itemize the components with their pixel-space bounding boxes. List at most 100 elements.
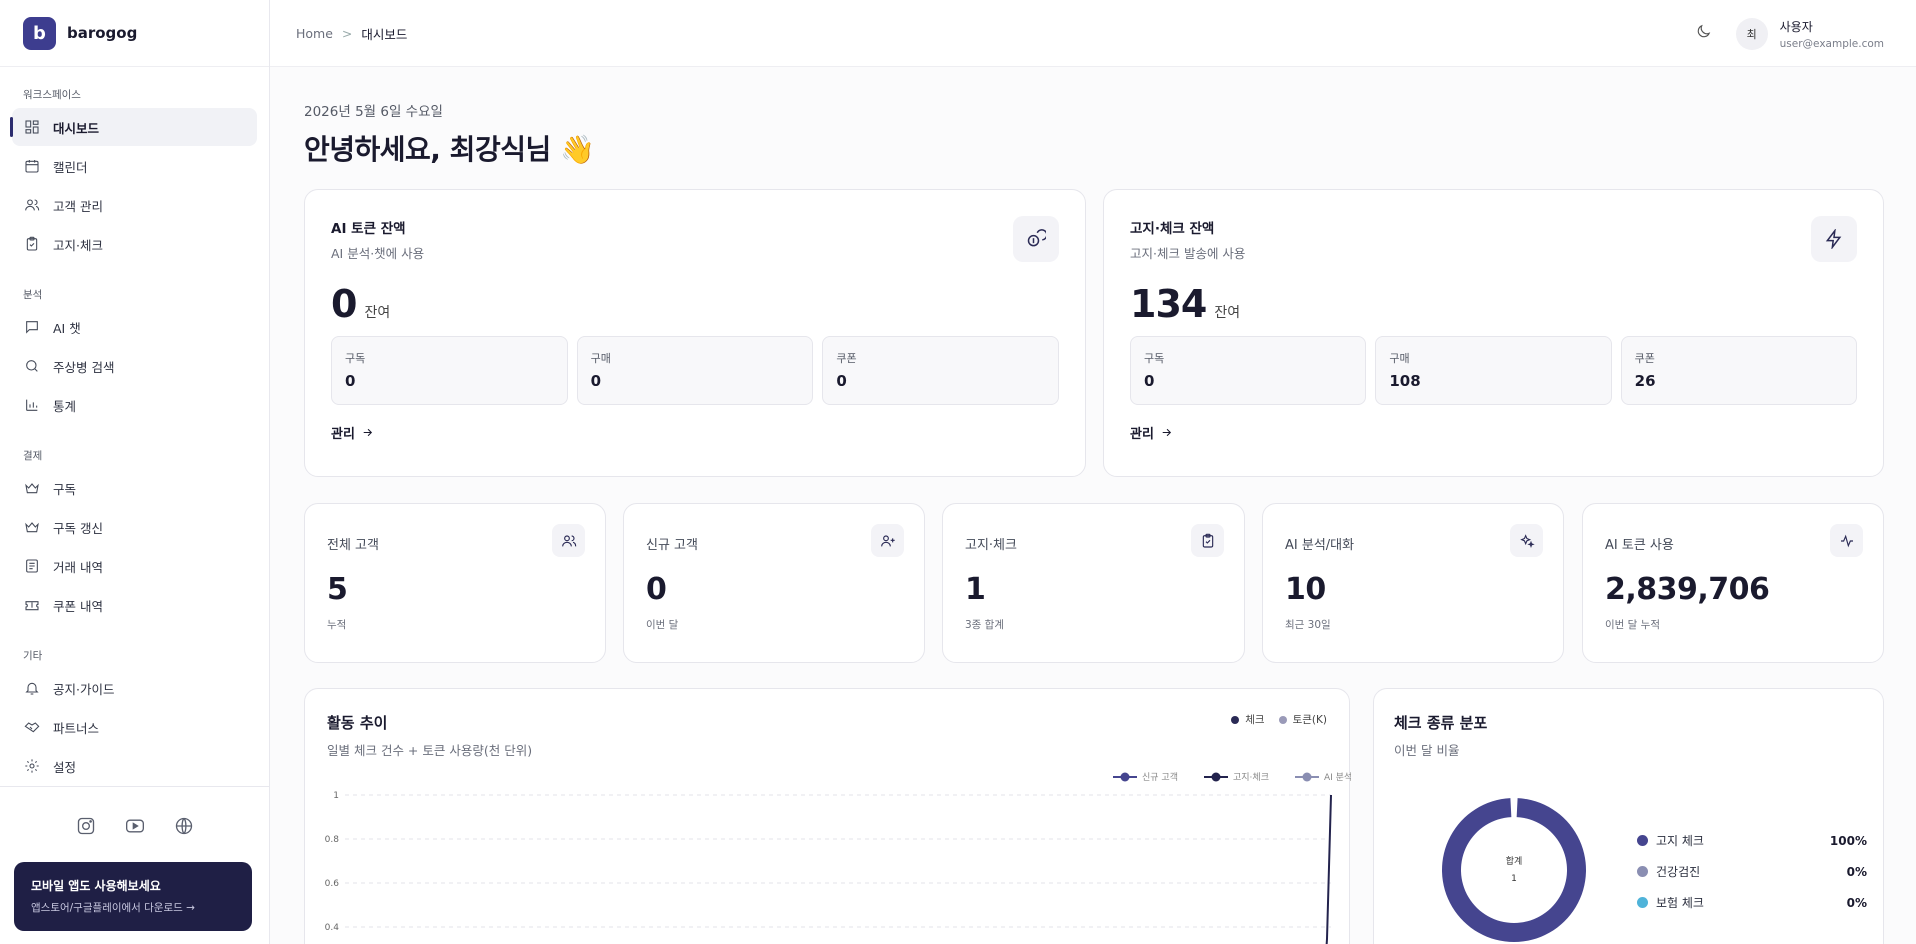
legend-dot bbox=[1637, 897, 1648, 908]
activity-icon bbox=[1830, 524, 1863, 557]
sidebar-item[interactable]: 고객 관리 bbox=[12, 186, 257, 224]
chart-legend-item[interactable]: 신규 고객 bbox=[1113, 772, 1178, 783]
handshake-icon bbox=[24, 722, 40, 733]
sidebar-item[interactable]: 구독 갱신 bbox=[12, 508, 257, 546]
breadcrumb-home[interactable]: Home bbox=[296, 26, 333, 41]
stat-note: 최근 30일 bbox=[1285, 619, 1331, 631]
chart-legend-item[interactable]: 고지·체크 bbox=[1204, 772, 1269, 783]
avatar[interactable]: 최 bbox=[1735, 17, 1768, 50]
sidebar-item-label: 주상병 검색 bbox=[53, 359, 115, 375]
y-tick-label: 0.6 bbox=[325, 879, 340, 889]
y-tick-label: 0.4 bbox=[325, 923, 340, 933]
y-tick-label: 0.8 bbox=[325, 835, 340, 845]
donut-legend-item[interactable]: 보험 체크 0% bbox=[1637, 887, 1867, 918]
sidebar-item-label: 구독 갱신 bbox=[53, 520, 103, 536]
users-icon bbox=[25, 199, 40, 211]
sidebar-item-label: 대시보드 bbox=[53, 120, 100, 136]
subscription-box: 구독 0 bbox=[1130, 336, 1367, 405]
legend-dot bbox=[1637, 866, 1648, 877]
breadcrumb: Home > 대시보드 bbox=[296, 24, 407, 43]
legend-item-token: 토큰(K) bbox=[1278, 712, 1327, 727]
sidebar-item[interactable]: 구독 bbox=[12, 469, 257, 507]
moon-icon[interactable] bbox=[1695, 23, 1712, 44]
mobile-app-banner[interactable]: 모바일 앱도 사용해보세요 앱스토어/구글플레이에서 다운로드 → bbox=[14, 862, 252, 931]
calendar-icon bbox=[25, 160, 39, 173]
sidebar-item[interactable]: 파트너스 bbox=[12, 708, 257, 746]
legend-label: 체크 bbox=[1245, 714, 1265, 726]
sidebar-item[interactable]: AI 챗 bbox=[12, 308, 257, 346]
receipt-icon bbox=[26, 559, 38, 573]
stat-card-new-customers[interactable]: 신규 고객 0 이번 달 bbox=[623, 503, 925, 663]
stat-note: 이번 달 누적 bbox=[1605, 619, 1660, 631]
sparkles-icon bbox=[1510, 524, 1543, 557]
box-value: 0 bbox=[590, 372, 602, 390]
sidebar-item[interactable]: 설정 bbox=[12, 747, 257, 785]
coins-icon bbox=[1013, 216, 1059, 262]
donut-slice[interactable] bbox=[1442, 798, 1586, 942]
topbar: Home > 대시보드 최 사용자 user@example.com bbox=[270, 0, 1916, 67]
sidebar-item-label: 쿠폰 내역 bbox=[53, 598, 103, 614]
current-date: 2026년 5월 6일 수요일 bbox=[304, 104, 443, 120]
sidebar-item[interactable]: 거래 내역 bbox=[12, 547, 257, 585]
instagram-icon[interactable] bbox=[76, 816, 96, 840]
sidebar-item-label: 캘린더 bbox=[53, 159, 88, 175]
sidebar-item[interactable]: 공지·가이드 bbox=[12, 669, 257, 707]
stat-card-checks[interactable]: 고지·체크 1 3종 합계 bbox=[942, 503, 1245, 663]
bar-chart-icon bbox=[26, 399, 38, 411]
manage-link[interactable]: 관리 bbox=[1130, 423, 1857, 442]
brand-name: barogog bbox=[67, 24, 138, 42]
donut-chart: 합계 1 bbox=[1442, 798, 1586, 942]
sidebar-item-label: 거래 내역 bbox=[53, 559, 103, 575]
nav-section-title: 워크스페이스 bbox=[23, 89, 81, 101]
sidebar-item[interactable]: 대시보드 bbox=[10, 108, 257, 146]
clipboard-check-icon bbox=[1191, 524, 1224, 557]
stat-label: AI 분석/대화 bbox=[1285, 538, 1355, 553]
section-title: 체크 종류 분포 bbox=[1394, 714, 1488, 732]
sidebar-item[interactable]: 통계 bbox=[12, 386, 257, 424]
stat-card-ai-analysis[interactable]: AI 분석/대화 10 최근 30일 bbox=[1262, 503, 1564, 663]
stat-card-total-customers[interactable]: 전체 고객 5 누적 bbox=[304, 503, 606, 663]
dashboard-icon bbox=[25, 120, 39, 134]
sidebar-item[interactable]: 주상병 검색 bbox=[12, 347, 257, 385]
card-subtitle: 고지·체크 발송에 사용 bbox=[1130, 246, 1246, 261]
sidebar-item[interactable]: 고지·체크 bbox=[12, 225, 257, 263]
sidebar-item[interactable]: 쿠폰 내역 bbox=[12, 586, 257, 624]
brand[interactable]: b barogog bbox=[0, 0, 269, 67]
chat-icon bbox=[26, 321, 38, 334]
purchase-box: 구매 108 bbox=[1375, 336, 1612, 405]
activity-line-chart: 신규 고객 고지·체크 AI 분석 1 0.8 0.6 0.4 bbox=[325, 772, 1351, 944]
donut-center-value: 1 bbox=[1511, 874, 1517, 884]
chart-legend-item[interactable]: AI 분석 bbox=[1295, 772, 1351, 783]
sidebar-item-label: AI 챗 bbox=[53, 320, 81, 336]
box-value: 0 bbox=[836, 372, 847, 390]
donut-legend-item[interactable]: 건강검진 0% bbox=[1637, 856, 1867, 887]
donut-center-label: 합계 bbox=[1506, 855, 1523, 867]
sidebar-item[interactable]: 캘린더 bbox=[12, 147, 257, 185]
subscription-box: 구독 0 bbox=[331, 336, 568, 405]
main-content: 2026년 5월 6일 수요일 안녕하세요, 최강식님 👋 bbox=[304, 100, 1884, 168]
legend-item-check: 체크 bbox=[1231, 712, 1265, 727]
legend-label: 고지·체크 bbox=[1233, 772, 1269, 783]
nav-gap bbox=[12, 425, 257, 448]
stat-label: 신규 고객 bbox=[646, 538, 698, 553]
sidebar-item-label: 고지·체크 bbox=[53, 237, 103, 253]
user-info[interactable]: 사용자 user@example.com bbox=[1780, 18, 1884, 50]
coupon-box: 쿠폰 0 bbox=[822, 336, 1060, 405]
sidebar-item-label: 공지·가이드 bbox=[53, 681, 115, 697]
purchase-box: 구매 0 bbox=[576, 336, 814, 405]
globe-icon[interactable] bbox=[174, 816, 194, 840]
nav-section-title: 결제 bbox=[23, 450, 43, 462]
youtube-icon[interactable] bbox=[125, 816, 145, 840]
manage-link[interactable]: 관리 bbox=[331, 423, 1059, 442]
user-area: 최 사용자 user@example.com bbox=[1695, 0, 1884, 67]
donut-legend-item[interactable]: 고지 체크 100% bbox=[1637, 825, 1867, 856]
legend-percent: 0% bbox=[1846, 864, 1867, 879]
bell-icon bbox=[25, 682, 39, 695]
coupon-box: 쿠폰 26 bbox=[1620, 336, 1857, 405]
box-label: 쿠폰 bbox=[1634, 352, 1655, 365]
legend-percent: 0% bbox=[1846, 895, 1867, 910]
stat-card-ai-token-usage[interactable]: AI 토큰 사용 2,839,706 이번 달 누적 bbox=[1582, 503, 1884, 663]
lightning-icon bbox=[1811, 216, 1857, 262]
stat-note: 3종 합계 bbox=[965, 619, 1004, 631]
balance-unit: 잔여 bbox=[364, 305, 391, 321]
